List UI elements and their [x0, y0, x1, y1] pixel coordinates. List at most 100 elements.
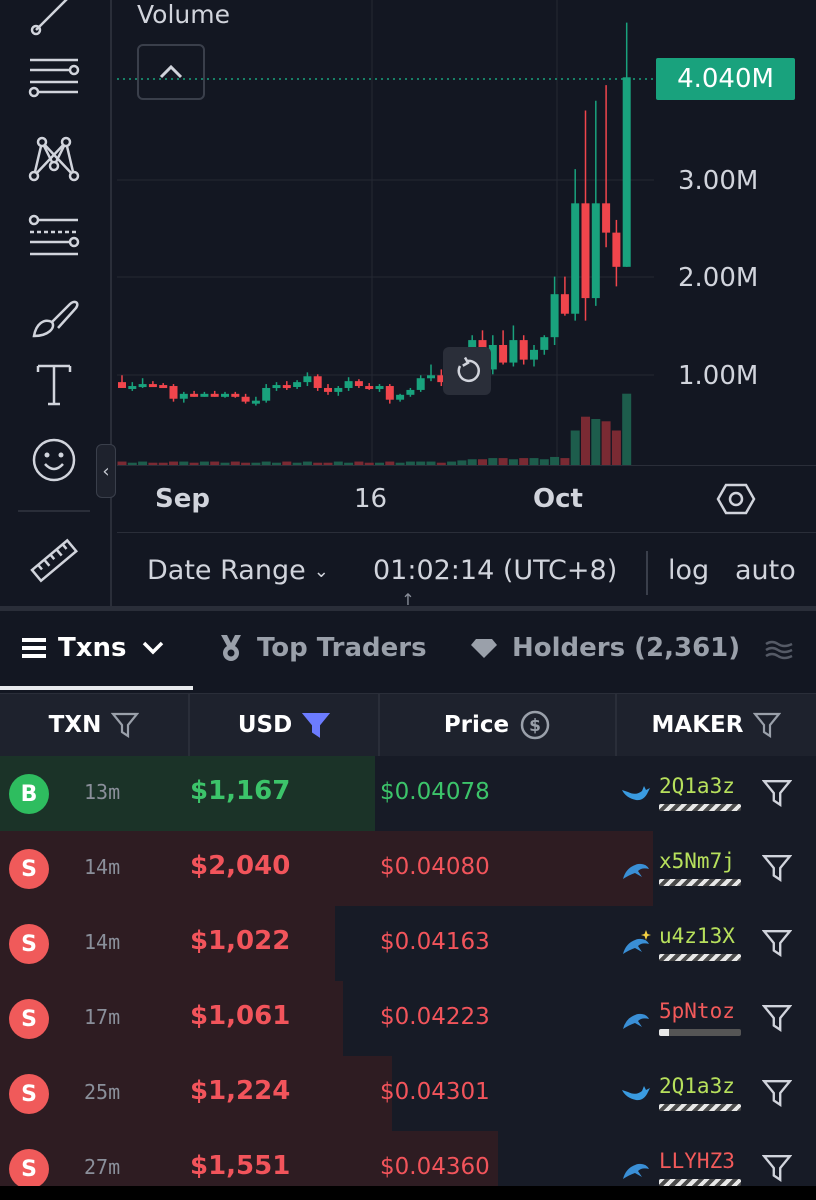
maker-address-link[interactable]: u4z13X	[659, 924, 735, 948]
filter-maker-button[interactable]	[761, 1078, 793, 1108]
emoji-tool[interactable]	[22, 428, 86, 492]
candle-body	[272, 385, 281, 389]
volume-bar	[581, 416, 590, 465]
trend-line-icon	[30, 0, 68, 36]
maker-holding-bar	[659, 1179, 741, 1186]
filter-maker-button[interactable]	[761, 1153, 793, 1183]
candle-body	[499, 344, 508, 363]
filter-maker-button[interactable]	[761, 928, 793, 958]
collapse-indicators-button[interactable]	[137, 44, 205, 100]
table-row[interactable]: S 14m $2,040 $0.04080 x5Nm7j	[0, 831, 816, 907]
volume-bar	[550, 456, 560, 465]
brush-tool[interactable]	[22, 284, 86, 348]
candle-body	[602, 203, 611, 233]
candle-body	[241, 396, 250, 402]
reset-icon	[457, 356, 480, 383]
toolbar-collapse-toggle[interactable]: ‹	[96, 444, 116, 498]
trend-line-tool[interactable]	[22, 0, 86, 44]
table-row[interactable]: B 13m $1,167 $0.04078 2Q1a3z	[0, 756, 816, 832]
maker-tier-badge	[620, 930, 652, 958]
date-range-dropdown[interactable]: Date Range ⌄	[147, 555, 329, 586]
fib-retracement-icon	[28, 214, 80, 256]
txn-price: $0.04301	[380, 1079, 490, 1105]
maker-address-link[interactable]: 2Q1a3z	[659, 774, 735, 798]
drawing-toolbar	[0, 0, 112, 610]
tab-top-traders[interactable]: Top Traders	[217, 633, 427, 663]
time-axis[interactable]: Sep 16 Oct	[117, 465, 816, 531]
txn-price: $0.04078	[380, 779, 490, 805]
candle-body	[622, 77, 631, 267]
column-price[interactable]: Price $	[380, 694, 617, 756]
screen-edge	[0, 1186, 816, 1200]
volume-bar	[622, 393, 632, 465]
candle-body	[210, 393, 219, 397]
txn-usd: $1,551	[190, 1151, 291, 1181]
maker-address-link[interactable]: LLYHZ3	[659, 1149, 735, 1173]
filter-icon	[761, 930, 793, 957]
whale-icon	[622, 786, 650, 801]
pattern-tool[interactable]	[22, 124, 86, 188]
candle-body	[282, 385, 291, 389]
candle-body	[231, 393, 240, 397]
dollar-circle-icon[interactable]: $	[519, 709, 551, 741]
candle-body	[416, 378, 425, 390]
filter-icon[interactable]	[753, 712, 782, 738]
candle-body	[571, 203, 580, 314]
table-row[interactable]: S 25m $1,224 $0.04301 2Q1a3z	[0, 1056, 816, 1132]
row-size-bar	[0, 756, 376, 831]
sell-badge: S	[9, 849, 49, 889]
chart-bottom-bar: Date Range ⌄ 01:02:14 (UTC+8) log auto	[117, 532, 816, 611]
txn-price: $0.04080	[380, 854, 490, 880]
txn-age: 25m	[84, 1080, 121, 1104]
txn-usd: $1,167	[190, 776, 291, 806]
ruler-tool[interactable]	[22, 530, 86, 594]
column-maker[interactable]: MAKER	[617, 694, 816, 756]
column-label: MAKER	[651, 712, 744, 738]
volume-label: Volume	[137, 0, 230, 29]
maker-address-link[interactable]: x5Nm7j	[659, 849, 735, 873]
candle-body	[190, 393, 199, 397]
ruler-icon	[30, 538, 79, 583]
timezone-clock[interactable]: 01:02:14 (UTC+8)	[373, 555, 617, 586]
column-txn[interactable]: TXN	[0, 694, 190, 756]
filter-maker-button[interactable]	[761, 853, 793, 883]
column-usd[interactable]: USD	[190, 694, 380, 756]
fib-retracement-tool[interactable]	[22, 204, 86, 268]
maker-address-link[interactable]: 5pNtoz	[659, 999, 735, 1023]
table-row[interactable]: S 17m $1,061 $0.04223 5pNtoz	[0, 981, 816, 1057]
txn-usd: $1,224	[190, 1076, 291, 1106]
tab-txns[interactable]: Txns	[20, 633, 165, 663]
x-tick-label: 16	[354, 484, 388, 514]
more-tabs-button[interactable]	[764, 639, 794, 661]
filter-maker-button[interactable]	[761, 1003, 793, 1033]
volume-bar	[529, 458, 539, 465]
column-label: Price	[443, 712, 510, 738]
tab-holders[interactable]: Holders (2,361)	[470, 633, 740, 663]
text-tool[interactable]	[22, 352, 86, 416]
table-row[interactable]: S 14m $1,022 $0.04163 u4z13X	[0, 906, 816, 982]
date-range-label: Date Range	[147, 555, 306, 586]
volume-bar	[601, 421, 611, 465]
auto-scale-toggle[interactable]: auto	[735, 555, 796, 586]
filter-active-icon[interactable]	[302, 712, 331, 738]
filter-icon[interactable]	[111, 712, 140, 738]
chevron-left-icon: ‹	[102, 460, 110, 482]
sell-badge: S	[9, 1149, 49, 1189]
brush-icon	[32, 300, 79, 338]
candle-body	[169, 386, 178, 399]
candle-body	[251, 400, 260, 404]
candle-body	[406, 389, 415, 395]
reset-chart-button[interactable]	[443, 347, 491, 395]
bottom-bar-divider	[646, 551, 648, 595]
txn-price: $0.04360	[380, 1154, 490, 1180]
chart-settings-icon[interactable]	[716, 481, 756, 517]
txn-price: $0.04163	[380, 929, 490, 955]
dolphin-icon	[623, 1163, 649, 1179]
filter-maker-button[interactable]	[761, 778, 793, 808]
maker-address-link[interactable]: 2Q1a3z	[659, 1074, 735, 1098]
maker-tier-badge	[620, 855, 652, 883]
row-size-bar	[0, 981, 343, 1056]
txn-age: 17m	[84, 1005, 121, 1029]
log-scale-toggle[interactable]: log	[668, 555, 709, 586]
horizontal-lines-tool[interactable]	[22, 44, 86, 108]
